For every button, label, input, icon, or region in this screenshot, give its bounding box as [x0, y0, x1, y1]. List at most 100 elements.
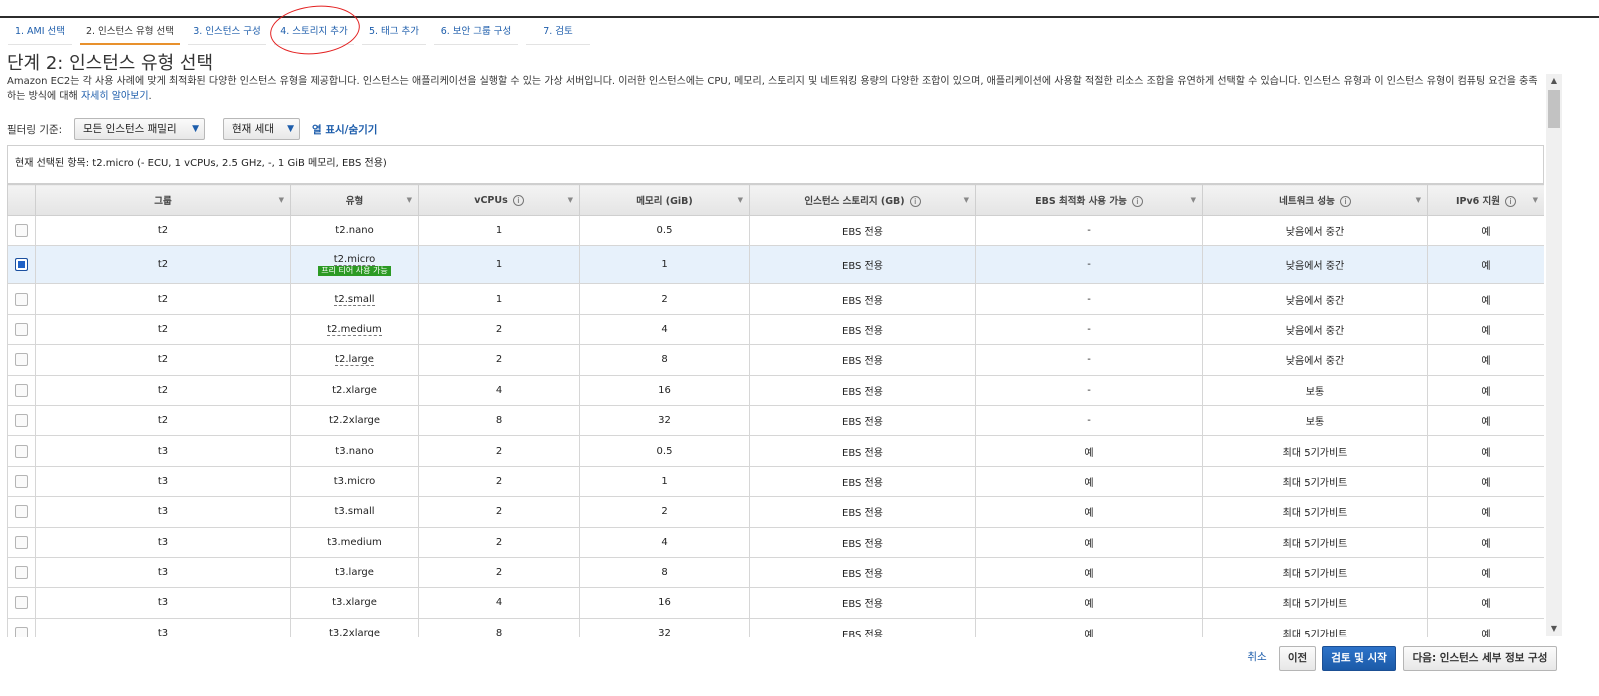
review-and-launch-button[interactable]: 검토 및 시작 — [1322, 646, 1396, 671]
header-ipv6[interactable]: IPv6 지원 i ▼ — [1427, 184, 1544, 216]
wizard-tabs: 1. AMI 선택 2. 인스턴스 유형 선택 3. 인스턴스 구성 4. 스토… — [0, 18, 1599, 45]
cell-group: t2 — [35, 214, 291, 247]
cell-type: t3.small — [290, 496, 419, 528]
row-checkbox[interactable] — [15, 505, 28, 519]
row-checkbox[interactable] — [15, 444, 28, 458]
next-configure-details-button[interactable]: 다음: 인스턴스 세부 정보 구성 — [1403, 646, 1557, 671]
table-row[interactable]: t2 t2.medium 2 4 EBS 전용 - 낮음에서 중간 예 — [7, 313, 1544, 346]
page-description: Amazon EC2는 각 사용 사례에 맞게 최적화된 다양한 인스턴스 유형… — [7, 74, 1542, 104]
header-type[interactable]: 유형 ▼ — [290, 184, 419, 216]
info-circle-icon[interactable]: i — [1339, 196, 1351, 207]
row-checkbox[interactable] — [15, 353, 28, 367]
row-checkbox[interactable] — [15, 383, 28, 397]
cell-network: 보통 — [1202, 404, 1428, 437]
row-select-cell — [7, 283, 36, 315]
header-memory[interactable]: 메모리 (GiB) ▼ — [579, 184, 750, 216]
row-checkbox[interactable] — [15, 535, 28, 549]
cell-vcpus: 4 — [418, 587, 580, 619]
tab-add-storage[interactable]: 4. 스토리지 추가 — [274, 18, 354, 45]
cancel-button[interactable]: 취소 — [1240, 646, 1274, 671]
header-vcpus[interactable]: vCPUs i ▼ — [418, 184, 580, 216]
cell-storage: EBS 전용 — [749, 374, 976, 406]
cell-network: 최대 5기가비트 — [1202, 496, 1428, 528]
tab-review[interactable]: 7. 검토 — [526, 18, 590, 45]
tab-instance-type[interactable]: 2. 인스턴스 유형 선택 — [80, 18, 180, 45]
cell-storage: EBS 전용 — [749, 404, 976, 437]
row-checkbox[interactable] — [15, 224, 28, 238]
generation-value: 현재 세대 — [232, 123, 274, 135]
chevron-down-icon: ▼ — [192, 124, 199, 134]
row-checkbox[interactable] — [15, 596, 28, 610]
table-row[interactable]: t2 t2.nano 1 0.5 EBS 전용 - 낮음에서 중간 예 — [7, 214, 1544, 247]
info-circle-icon[interactable]: i — [1505, 196, 1517, 207]
learn-more-link[interactable]: 자세히 알아보기 — [81, 91, 149, 102]
cell-ebs: 예 — [975, 587, 1203, 619]
header-type-label: 유형 — [345, 196, 364, 207]
info-circle-icon[interactable]: i — [512, 194, 524, 206]
cell-vcpus: 1 — [418, 283, 580, 315]
scroll-up-arrow-icon[interactable]: ▲ — [1546, 74, 1562, 88]
info-circle-icon[interactable]: i — [1131, 196, 1143, 207]
row-checkbox[interactable] — [15, 566, 28, 580]
cell-storage: EBS 전용 — [749, 283, 976, 315]
header-ebs-optimized[interactable]: EBS 최적화 사용 가능 i ▼ — [975, 184, 1203, 216]
cell-type: t3.2xlarge — [290, 617, 419, 637]
table-row[interactable]: t2 t2.micro 프리 티어 사용 가능 1 1 EBS 전용 - 낮음에서 중간 예 — [7, 245, 1544, 285]
table-row[interactable]: t2 t2.large 2 8 EBS 전용 - 낮음에서 중간 예 — [7, 344, 1544, 376]
previous-button[interactable]: 이전 — [1279, 646, 1316, 671]
table-row[interactable]: t3 t3.small 2 2 EBS 전용 예 최대 5기가비트 예 — [7, 496, 1544, 528]
table-row[interactable]: t2 t2.xlarge 4 16 EBS 전용 - 보통 예 — [7, 374, 1544, 406]
tab-security-group[interactable]: 6. 보안 그룹 구성 — [434, 18, 518, 45]
row-checkbox[interactable] — [15, 414, 28, 428]
tab-configure-instance[interactable]: 3. 인스턴스 구성 — [188, 18, 266, 45]
cell-memory: 0.5 — [579, 214, 750, 247]
row-checkbox[interactable] — [15, 322, 28, 336]
table-row[interactable]: t2 t2.small 1 2 EBS 전용 - 낮음에서 중간 예 — [7, 283, 1544, 315]
vertical-scrollbar[interactable]: ▲ ▼ — [1546, 74, 1562, 636]
cell-ebs: 예 — [975, 435, 1203, 467]
sort-caret-icon: ▼ — [1532, 196, 1538, 204]
filter-bar: 필터링 기준: 모든 인스턴스 패밀리 ▼ 현재 세대 ▼ 열 표시/숨기기 — [7, 118, 707, 140]
row-select-cell — [7, 526, 36, 558]
cell-memory: 16 — [579, 587, 750, 619]
table-row[interactable]: t3 t3.nano 2 0.5 EBS 전용 예 최대 5기가비트 예 — [7, 435, 1544, 467]
cell-ipv6: 예 — [1427, 344, 1544, 376]
row-checkbox[interactable] — [15, 292, 28, 306]
row-checkbox[interactable] — [15, 474, 28, 488]
row-checkbox[interactable] — [15, 626, 28, 637]
cell-storage: EBS 전용 — [749, 587, 976, 619]
row-checkbox[interactable] — [15, 258, 28, 272]
tab-ami[interactable]: 1. AMI 선택 — [8, 18, 72, 45]
row-select-cell — [7, 374, 36, 406]
header-group[interactable]: 그룹 ▼ — [35, 184, 291, 216]
table-row[interactable]: t3 t3.xlarge 4 16 EBS 전용 예 최대 5기가비트 예 — [7, 587, 1544, 619]
cell-network: 최대 5기가비트 — [1202, 435, 1428, 467]
info-circle-icon[interactable]: i — [909, 196, 921, 207]
current-selection-summary: 현재 선택된 항목: t2.micro (- ECU, 1 vCPUs, 2.5… — [7, 145, 1544, 184]
cell-memory: 32 — [579, 617, 750, 637]
cell-type: t3.xlarge — [290, 587, 419, 619]
show-hide-columns-link[interactable]: 열 표시/숨기기 — [312, 122, 377, 137]
cell-ebs: - — [975, 245, 1203, 285]
cell-ipv6: 예 — [1427, 556, 1544, 589]
cell-storage: EBS 전용 — [749, 526, 976, 558]
header-network[interactable]: 네트워크 성능 i ▼ — [1202, 184, 1428, 216]
description-text: Amazon EC2는 각 사용 사례에 맞게 최적화된 다양한 인스턴스 유형… — [7, 76, 1538, 102]
cell-group: t3 — [35, 617, 291, 637]
table-row[interactable]: t2 t2.2xlarge 8 32 EBS 전용 - 보통 예 — [7, 404, 1544, 437]
table-row[interactable]: t3 t3.medium 2 4 EBS 전용 예 최대 5기가비트 예 — [7, 526, 1544, 558]
scroll-thumb[interactable] — [1548, 90, 1560, 128]
table-row[interactable]: t3 t3.micro 2 1 EBS 전용 예 최대 5기가비트 예 — [7, 465, 1544, 498]
generation-select[interactable]: 현재 세대 ▼ — [223, 118, 300, 140]
tab-add-tags[interactable]: 5. 태그 추가 — [362, 18, 426, 45]
header-instance-storage[interactable]: 인스턴스 스토리지 (GB) i ▼ — [749, 184, 976, 216]
instance-type-label: t3.micro — [333, 475, 376, 487]
cell-vcpus: 1 — [418, 245, 580, 285]
cell-type: t3.micro — [290, 465, 419, 498]
instance-type-label: t2.nano — [335, 225, 374, 237]
table-row[interactable]: t3 t3.2xlarge 8 32 EBS 전용 예 최대 5기가비트 예 — [7, 617, 1544, 637]
scroll-down-arrow-icon[interactable]: ▼ — [1546, 622, 1562, 636]
table-row[interactable]: t3 t3.large 2 8 EBS 전용 예 최대 5기가비트 예 — [7, 556, 1544, 589]
instance-family-select[interactable]: 모든 인스턴스 패밀리 ▼ — [74, 118, 205, 140]
cell-vcpus: 2 — [418, 496, 580, 528]
